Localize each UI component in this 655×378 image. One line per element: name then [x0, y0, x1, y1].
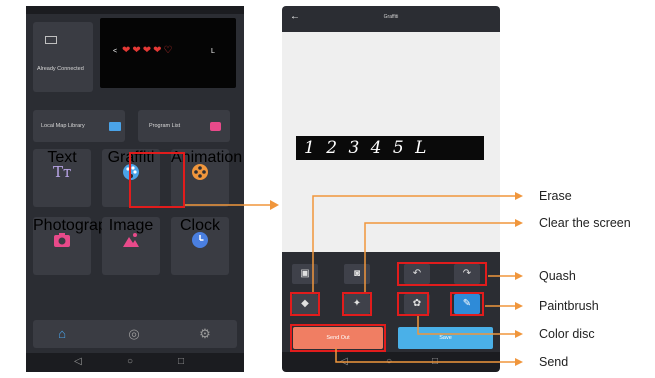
color-disc-annotation: Color disc: [539, 327, 595, 341]
quash-annotation: Quash: [539, 269, 576, 283]
send-annotation: Send: [539, 355, 569, 369]
erase-annotation: Erase: [539, 189, 572, 203]
clear-screen-annotation: Clear the screen: [539, 216, 631, 230]
paintbrush-annotation: Paintbrush: [539, 299, 599, 313]
